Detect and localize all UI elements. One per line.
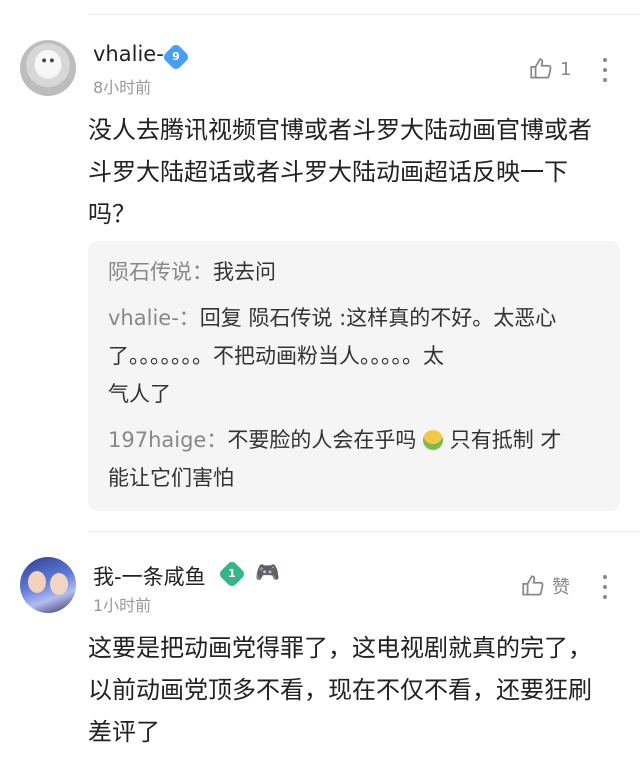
thumbs-up-icon — [522, 575, 544, 596]
reply-item[interactable]: 197haige：不要脸的人会在乎吗 只有抵制 才 能让它们害怕 — [108, 421, 603, 497]
nauseated-face-emoji — [423, 430, 444, 450]
more-vertical-icon[interactable] — [603, 575, 611, 605]
like-button[interactable]: 赞 — [520, 573, 570, 599]
like-count: 1 — [560, 58, 572, 80]
comment-body: 这要是把动画党得罪了，这电视剧就真的完了， 以前动画党顶多不看，现在不仅不看，还… — [88, 634, 592, 746]
thumbs-up-icon — [530, 58, 552, 79]
timestamp: 1小时前 — [93, 596, 152, 615]
more-vertical-icon[interactable] — [603, 58, 611, 88]
level-badge-icon: 9 — [161, 42, 191, 72]
comment-divider — [88, 531, 640, 532]
username[interactable]: 我-一条咸鱼 — [93, 561, 206, 591]
like-button[interactable]: 1 — [528, 56, 571, 82]
avatar[interactable] — [20, 557, 76, 613]
reply-item[interactable]: vhalie-：回复 陨石传说 :这样真的不好。太恶心 了。。。。。。。不把动画… — [108, 299, 603, 413]
reply-item[interactable]: 陨石传说：我去问 — [108, 253, 603, 291]
top-divider — [88, 14, 640, 15]
gamepad-icon: 🎮 — [255, 560, 280, 584]
timestamp: 8小时前 — [93, 78, 152, 97]
comment-body: 没人去腾讯视频官博或者斗罗大陆动画官博或者 斗罗大陆超话或者斗罗大陆动画超话反映… — [88, 116, 592, 228]
username[interactable]: vhalie- — [93, 42, 164, 66]
reply-box[interactable]: 陨石传说：我去问 vhalie-：回复 陨石传说 :这样真的不好。太恶心 了。。… — [88, 241, 620, 511]
avatar[interactable] — [20, 40, 76, 96]
reply-author[interactable]: vhalie-： — [108, 306, 200, 330]
reply-author[interactable]: 陨石传说： — [108, 260, 213, 284]
like-label: 赞 — [552, 577, 570, 598]
reply-author[interactable]: 197haige： — [108, 428, 227, 452]
level-badge-icon: 1 — [217, 559, 247, 589]
